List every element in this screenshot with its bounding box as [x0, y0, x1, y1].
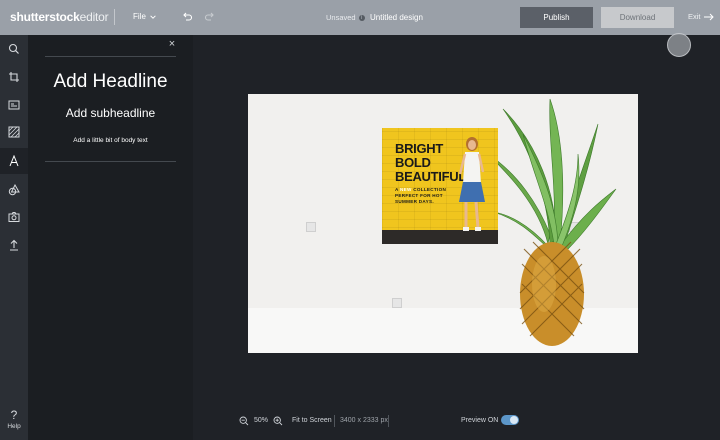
divider — [334, 415, 335, 427]
camera-icon — [8, 212, 20, 222]
poster-tagline: SUMMER DAYS. — [395, 199, 434, 204]
redo-icon[interactable] — [204, 11, 216, 23]
add-headline-option[interactable]: Add Headline — [28, 71, 193, 93]
template-icon — [8, 100, 20, 110]
preview-toggle[interactable] — [501, 415, 519, 425]
poster-title-line: BOLD — [395, 155, 431, 170]
tool-rail: ? Help — [0, 35, 28, 440]
upload-icon — [10, 239, 18, 251]
zoom-in-icon[interactable] — [273, 416, 283, 426]
close-icon[interactable]: × — [167, 39, 177, 50]
rail-shapes[interactable] — [0, 177, 28, 203]
add-body-text-option[interactable]: Add a little bit of body text — [28, 137, 193, 144]
help-label: Help — [7, 423, 21, 430]
chevron-down-icon — [150, 14, 156, 19]
pineapple-image[interactable] — [478, 94, 618, 353]
rail-templates[interactable] — [0, 92, 28, 118]
poster-tagline-prefix: A — [395, 187, 399, 192]
text-icon — [9, 155, 19, 167]
poster-tagline: PERFECT FOR HOT — [395, 193, 443, 198]
zoom-out-icon[interactable] — [239, 416, 249, 426]
canvas-dimensions: 3400 x 2333 px — [340, 417, 388, 424]
rail-text[interactable] — [0, 148, 28, 174]
add-subheadline-option[interactable]: Add subheadline — [28, 106, 193, 120]
preview-label: Preview ON — [461, 417, 499, 424]
rail-crop[interactable] — [0, 64, 28, 90]
poster-tagline: A NEW COLLECTION — [395, 187, 446, 192]
cursor-indicator — [667, 33, 691, 57]
save-status: Unsaved i — [326, 13, 365, 22]
help-button[interactable]: ? Help — [0, 408, 28, 430]
publish-button[interactable]: Publish — [520, 7, 593, 28]
text-panel: × Add Headline Add subheadline Add a lit… — [28, 35, 193, 440]
top-bar: shutterstockeditor File Unsaved i Untitl… — [0, 0, 720, 35]
document-title[interactable]: Untitled design — [370, 13, 423, 22]
model-figure — [458, 137, 485, 231]
fit-to-screen-button[interactable]: Fit to Screen — [292, 417, 332, 424]
question-icon: ? — [10, 408, 18, 422]
search-icon — [8, 43, 19, 54]
file-menu-label: File — [133, 12, 146, 21]
poster-tagline-suffix: COLLECTION — [413, 187, 447, 192]
bottom-bar: 50% Fit to Screen 3400 x 2333 px Preview… — [193, 405, 720, 440]
divider — [114, 9, 115, 25]
divider — [388, 415, 389, 427]
divider — [45, 161, 176, 162]
exit-button[interactable]: Exit — [688, 12, 714, 21]
design-canvas[interactable]: BRIGHT BOLD BEAUTIFUL A NEW COLLECTION P… — [248, 94, 638, 353]
poster-tagline-highlight: NEW — [400, 187, 412, 192]
rail-upload[interactable] — [0, 232, 28, 258]
download-button[interactable]: Download — [601, 7, 674, 28]
zoom-level: 50% — [254, 417, 269, 424]
watermark-icon — [392, 298, 402, 308]
shutterstock-editor-logo[interactable]: shutterstockeditor — [10, 10, 109, 24]
file-menu[interactable]: File — [133, 12, 157, 21]
crop-icon — [9, 72, 19, 82]
rail-background[interactable] — [0, 119, 28, 145]
divider — [45, 56, 176, 57]
rail-photos[interactable] — [0, 204, 28, 230]
exit-label: Exit — [688, 12, 701, 21]
rail-search[interactable] — [0, 36, 28, 62]
shapes-icon — [8, 184, 20, 196]
undo-icon[interactable] — [181, 11, 193, 23]
poster-title-line: BRIGHT — [395, 141, 444, 156]
toggle-knob — [510, 416, 518, 424]
background-icon — [8, 126, 20, 138]
arrow-right-icon — [703, 13, 714, 20]
info-icon[interactable]: i — [358, 14, 365, 21]
save-status-label: Unsaved — [326, 13, 356, 22]
watermark-icon — [306, 222, 316, 232]
poster-image[interactable]: BRIGHT BOLD BEAUTIFUL A NEW COLLECTION P… — [382, 128, 498, 244]
